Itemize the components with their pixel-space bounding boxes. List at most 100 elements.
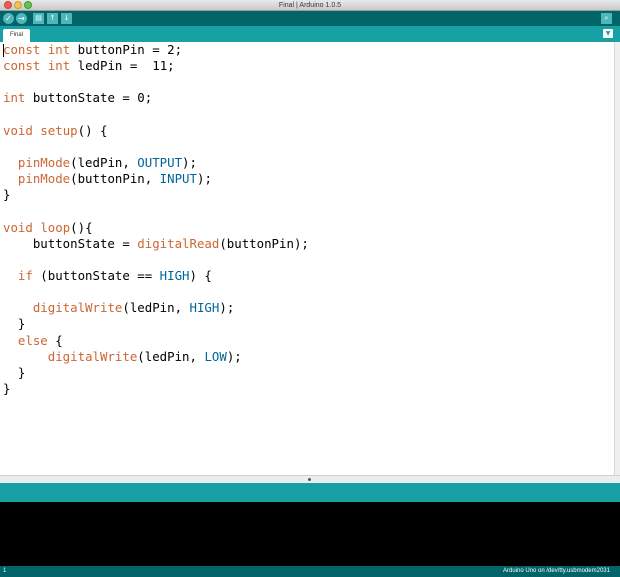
editor-console-divider[interactable] [0, 475, 620, 483]
magnifier-icon: ⌕ [604, 14, 609, 22]
serial-monitor-button[interactable]: ⌕ [601, 13, 612, 24]
code-token: } [3, 316, 26, 332]
new-sketch-button[interactable]: ▤ [33, 13, 44, 24]
code-text: const int buttonPin = 2; const int ledPin… [3, 42, 309, 397]
title-bar: Final | Arduino 1.0.5 [0, 0, 620, 11]
tab-menu-button[interactable]: ▼ [603, 29, 613, 38]
code-token: void [3, 122, 33, 138]
code-line: if (buttonState == HIGH) { [3, 268, 309, 284]
code-token: int [3, 90, 26, 106]
arrow-down-icon: ↓ [63, 14, 70, 22]
code-line: } [3, 316, 309, 332]
code-line: pinMode(buttonPin, INPUT); [3, 171, 309, 187]
code-token: setup [40, 122, 78, 138]
code-line: } [3, 187, 309, 203]
text-cursor [3, 44, 4, 57]
save-sketch-button[interactable]: ↓ [61, 13, 72, 24]
divider-handle[interactable] [308, 478, 311, 481]
console-output [0, 502, 620, 566]
status-bar: 1 Arduino Uno on /dev/tty.usbmodem2031 [0, 566, 620, 577]
code-line: const int ledPin = 11; [3, 58, 309, 74]
code-line: } [3, 365, 309, 381]
code-token: INPUT [159, 171, 197, 187]
check-icon: ✓ [5, 14, 12, 23]
message-area [0, 483, 620, 502]
arrow-right-icon: → [18, 14, 25, 23]
verify-button[interactable]: ✓ [3, 13, 14, 24]
code-line: void setup() { [3, 123, 309, 139]
code-token: { [47, 332, 63, 348]
code-line: digitalWrite(ledPin, LOW); [3, 349, 309, 365]
chevron-down-icon: ▼ [605, 30, 611, 37]
code-token: ); [196, 171, 212, 187]
code-token: } [3, 187, 11, 203]
tab-final[interactable]: Final [3, 29, 30, 42]
code-token: loop [40, 219, 71, 235]
code-token: HIGH [189, 300, 220, 316]
code-token: ); [226, 348, 242, 364]
code-token: (buttonPin, [70, 171, 160, 187]
code-token: digitalWrite [47, 348, 138, 364]
code-line: } [3, 381, 309, 397]
code-token: int [47, 58, 71, 74]
arrow-up-icon: ↑ [49, 14, 56, 22]
code-token: HIGH [159, 267, 190, 283]
code-token: } [3, 364, 26, 380]
code-token: (buttonPin); [219, 235, 309, 251]
code-token: digitalRead [137, 235, 220, 251]
code-token: } [3, 380, 11, 396]
code-token: LOW [204, 348, 227, 364]
code-token: const [3, 42, 41, 57]
code-line: pinMode(ledPin, OUTPUT); [3, 155, 309, 171]
code-token: const [3, 58, 41, 74]
code-token: () { [77, 122, 108, 138]
open-sketch-button[interactable]: ↑ [47, 13, 58, 24]
code-line: else { [3, 333, 309, 349]
code-token: pinMode [17, 154, 71, 170]
window-title: Final | Arduino 1.0.5 [278, 2, 342, 9]
code-token: ); [219, 300, 235, 316]
code-token: ); [182, 154, 197, 170]
code-token: ) { [189, 267, 212, 283]
code-editor[interactable]: const int buttonPin = 2; const int ledPin… [0, 42, 614, 475]
code-token: pinMode [17, 171, 71, 187]
upload-button[interactable]: → [16, 13, 27, 24]
code-token: OUTPUT [137, 154, 183, 170]
code-token: (ledPin, [122, 300, 190, 316]
code-token: (ledPin, [70, 154, 138, 170]
code-token: buttonState = [3, 235, 138, 251]
code-token: buttonPin = 2; [70, 42, 183, 57]
code-line: const int buttonPin = 2; [3, 42, 309, 58]
toolbar: ✓ → ▤ ↑ ↓ ⌕ [0, 11, 620, 26]
tab-bar: Final ▼ [0, 26, 620, 42]
code-line: void loop(){ [3, 220, 309, 236]
board-info: Arduino Uno on /dev/tty.usbmodem2031 [503, 568, 610, 574]
editor-vertical-scrollbar[interactable] [614, 42, 620, 475]
code-token: ledPin = 11; [70, 58, 175, 74]
code-line: int buttonState = 0; [3, 90, 309, 106]
code-token: (buttonState == [32, 267, 160, 283]
code-token: digitalWrite [32, 300, 123, 316]
code-token: if [17, 267, 33, 283]
new-file-icon: ▤ [35, 14, 42, 22]
code-token: (ledPin, [137, 348, 205, 364]
code-token: else [17, 332, 48, 348]
code-token: buttonState = 0; [25, 90, 153, 106]
code-token: void [3, 219, 33, 235]
code-token: int [47, 42, 71, 57]
code-line: buttonState = digitalRead(buttonPin); [3, 236, 309, 252]
